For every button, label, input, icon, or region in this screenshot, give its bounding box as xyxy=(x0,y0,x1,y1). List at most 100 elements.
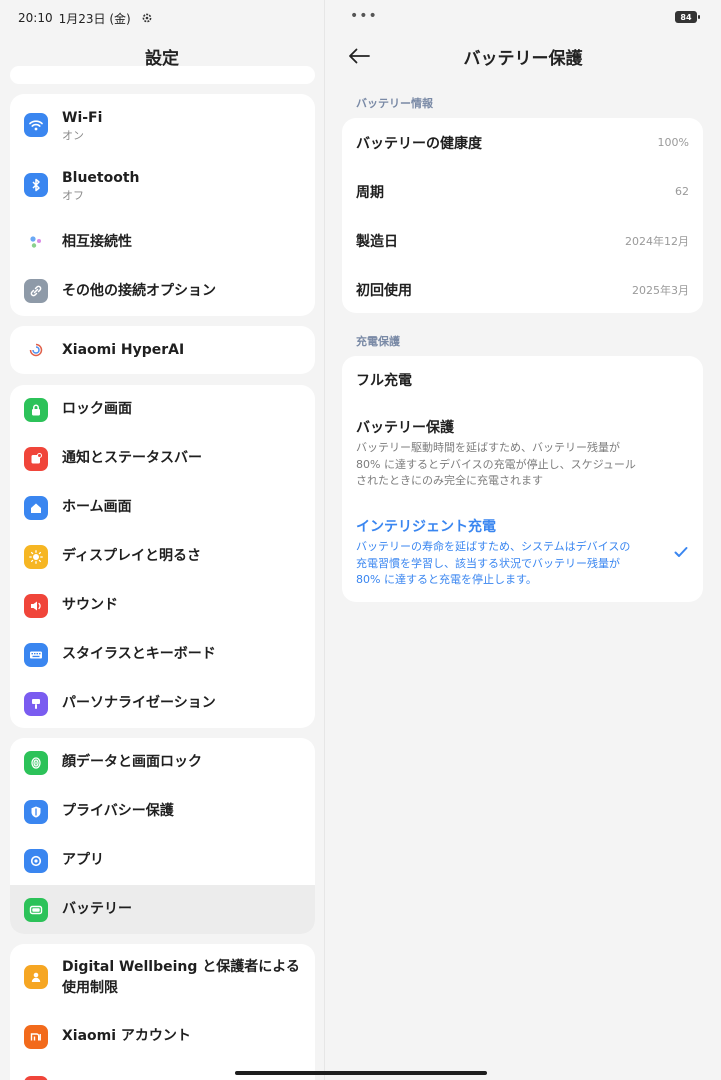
info-value: 100% xyxy=(657,136,689,149)
sidebar-item-lock-screen[interactable]: ロック画面 xyxy=(10,385,315,434)
section-header-charge-protection: 充電保護 xyxy=(356,335,400,348)
sidebar-item-personalization[interactable]: パーソナライゼーション xyxy=(10,679,315,728)
option-full-charge[interactable]: フル充電 xyxy=(356,372,666,390)
description-line: 80% に達するとデバイスの充電が停止し、スケジュール xyxy=(356,457,636,471)
sidebar-item-battery[interactable]: バッテリー xyxy=(10,885,315,934)
sidebar-item-notifications[interactable]: 通知とステータスバー xyxy=(10,434,315,483)
fingerprint-icon xyxy=(24,750,48,775)
description-line: バッテリーの寿命を延ばすため、システムはデバイスの xyxy=(356,540,631,553)
back-button[interactable] xyxy=(345,42,373,70)
settings-card-top xyxy=(10,66,315,84)
sidebar-item-label: スタイラスとキーボード xyxy=(62,646,216,662)
battery-icon xyxy=(24,897,48,922)
sidebar-item-face-lock[interactable]: 顔データと画面ロック xyxy=(10,738,315,787)
sidebar-item-label: Xiaomi アカウント xyxy=(62,1028,191,1044)
keyboard-icon xyxy=(24,642,48,667)
description-line: されたときにのみ完全に充電されます xyxy=(356,474,543,487)
sidebar-item-label: 相互接続性 xyxy=(62,234,132,250)
sidebar-item-stylus-keyboard[interactable]: スタイラスとキーボード xyxy=(10,630,315,679)
brush-icon xyxy=(24,691,48,716)
page-title: バッテリー保護 xyxy=(463,49,583,69)
sidebar-item-label: ディスプレイと明るさ xyxy=(62,548,202,564)
option-title: インテリジェント充電 xyxy=(356,519,496,535)
info-key: バッテリーの健康度 xyxy=(356,135,482,152)
sidebar-item-sound[interactable]: サウンド xyxy=(10,581,315,630)
sidebar-item-digital-wellbeing[interactable]: Digital Wellbeing と保護者による 使用制限 xyxy=(10,944,315,1010)
section-header-battery-info: バッテリー情報 xyxy=(356,97,433,110)
info-key: 初回使用 xyxy=(356,282,412,299)
hyperai-icon xyxy=(24,338,48,362)
sidebar-item-label: ホーム画面 xyxy=(62,499,132,515)
status-date: 1月23日 (金) xyxy=(58,11,131,26)
option-description: バッテリーの寿命を延ばすため、システムはデバイスの 充電習慣を学習し、該当する状… xyxy=(356,539,666,589)
status-time: 20:10 xyxy=(18,11,53,25)
sidebar-item-label: パーソナライゼーション xyxy=(62,695,216,711)
option-intelligent-charge[interactable]: インテリジェント充電 バッテリーの寿命を延ばすため、システムはデバイスの 充電習… xyxy=(356,518,666,589)
partial-app-icon xyxy=(24,1076,48,1080)
interconnect-icon xyxy=(24,230,48,254)
battery-status-icon: 84 xyxy=(675,11,700,23)
settings-group-display: ロック画面 通知とステータスバー ホーム画面 ディスプレイと明るさ サウンド ス… xyxy=(10,385,315,728)
info-key: 製造日 xyxy=(356,233,398,250)
sidebar-item-label: アプリ xyxy=(62,852,104,868)
sidebar-item-label: サウンド xyxy=(62,597,118,613)
notification-icon xyxy=(24,446,48,471)
option-title: バッテリー保護 xyxy=(356,420,454,436)
sidebar-item-wifi[interactable]: Wi-Fi オン xyxy=(10,100,315,150)
sidebar-item-privacy[interactable]: プライバシー保護 xyxy=(10,787,315,836)
apps-icon xyxy=(24,848,48,873)
sidebar-item-label: Bluetooth xyxy=(62,170,140,186)
link-icon xyxy=(24,279,48,303)
sidebar-item-label: Wi-Fi xyxy=(62,110,103,126)
sidebar-item-apps[interactable]: アプリ xyxy=(10,836,315,885)
sidebar-item-hyperai[interactable]: Xiaomi HyperAI xyxy=(10,326,315,374)
sidebar-item-label-line2: 使用制限 xyxy=(62,980,118,996)
settings-group-account: Digital Wellbeing と保護者による 使用制限 Xiaomi アカ… xyxy=(10,944,315,1080)
privacy-icon xyxy=(24,799,48,824)
description-line: バッテリー駆動時間を延ばすため、バッテリー残量が xyxy=(356,441,620,454)
info-row-manufacture-date: 製造日 2024年12月 xyxy=(342,216,703,265)
sidebar-item-label: その他の接続オプション xyxy=(62,283,216,299)
info-key: 周期 xyxy=(356,184,384,201)
description-line: 充電習慣を学習し、該当する状況でバッテリー残量が xyxy=(356,556,620,570)
speaker-icon xyxy=(24,593,48,618)
sidebar-item-label: ロック画面 xyxy=(62,401,132,417)
sidebar-item-xiaomi-account[interactable]: Xiaomi アカウント xyxy=(10,1012,315,1061)
info-row-health: バッテリーの健康度 100% xyxy=(342,118,703,167)
sidebar-item-interconnect[interactable]: 相互接続性 xyxy=(10,218,315,266)
sidebar-item-label: Xiaomi HyperAI xyxy=(62,342,185,358)
settings-pane: 20:10 1月23日 (金) 設定 Wi-Fi オン Bluetooth オフ xyxy=(0,0,324,1080)
more-dots-icon[interactable]: ••• xyxy=(350,8,378,24)
gear-icon xyxy=(142,13,152,23)
sun-icon xyxy=(24,544,48,569)
wifi-icon xyxy=(24,113,48,137)
sidebar-item-display[interactable]: ディスプレイと明るさ xyxy=(10,532,315,581)
mi-icon xyxy=(24,1024,48,1049)
option-description: バッテリー駆動時間を延ばすため、バッテリー残量が 80% に達するとデバイスの充… xyxy=(356,440,666,490)
sidebar-item-more-connections[interactable]: その他の接続オプション xyxy=(10,267,315,315)
option-battery-protection[interactable]: バッテリー保護 バッテリー駆動時間を延ばすため、バッテリー残量が 80% に達す… xyxy=(356,419,666,490)
sidebar-item-label: プライバシー保護 xyxy=(62,803,174,819)
settings-group-ai: Xiaomi HyperAI xyxy=(10,326,315,374)
wellbeing-icon xyxy=(24,965,48,989)
checkmark-icon xyxy=(674,547,688,557)
info-row-cycles: 周期 62 xyxy=(342,167,703,216)
sidebar-item-bluetooth[interactable]: Bluetooth オフ xyxy=(10,160,315,210)
info-value: 2025年3月 xyxy=(632,283,689,297)
description-line: 80% に達すると充電を停止します。 xyxy=(356,573,537,586)
sidebar-item-label: Digital Wellbeing と保護者による xyxy=(62,959,300,975)
status-bar-left: 20:10 1月23日 (金) xyxy=(18,9,153,27)
sidebar-item-sub: オン xyxy=(62,129,84,142)
charge-protection-card: フル充電 バッテリー保護 バッテリー駆動時間を延ばすため、バッテリー残量が 80… xyxy=(342,356,703,602)
settings-group-security: 顔データと画面ロック プライバシー保護 アプリ バッテリー xyxy=(10,738,315,934)
sidebar-item-home-screen[interactable]: ホーム画面 xyxy=(10,483,315,532)
home-indicator[interactable] xyxy=(235,1071,487,1075)
lock-icon xyxy=(24,397,48,422)
info-value: 2024年12月 xyxy=(625,234,689,248)
sidebar-item-sub: オフ xyxy=(62,189,84,202)
battery-info-card: バッテリーの健康度 100% 周期 62 製造日 2024年12月 初回使用 2… xyxy=(342,118,703,313)
info-value: 62 xyxy=(675,185,689,198)
option-title: フル充電 xyxy=(356,373,412,389)
sidebar-item-label: 顔データと画面ロック xyxy=(62,754,202,770)
battery-protection-pane: ••• 84 バッテリー保護 バッテリー情報 バッテリーの健康度 100% 周期… xyxy=(325,0,721,1080)
